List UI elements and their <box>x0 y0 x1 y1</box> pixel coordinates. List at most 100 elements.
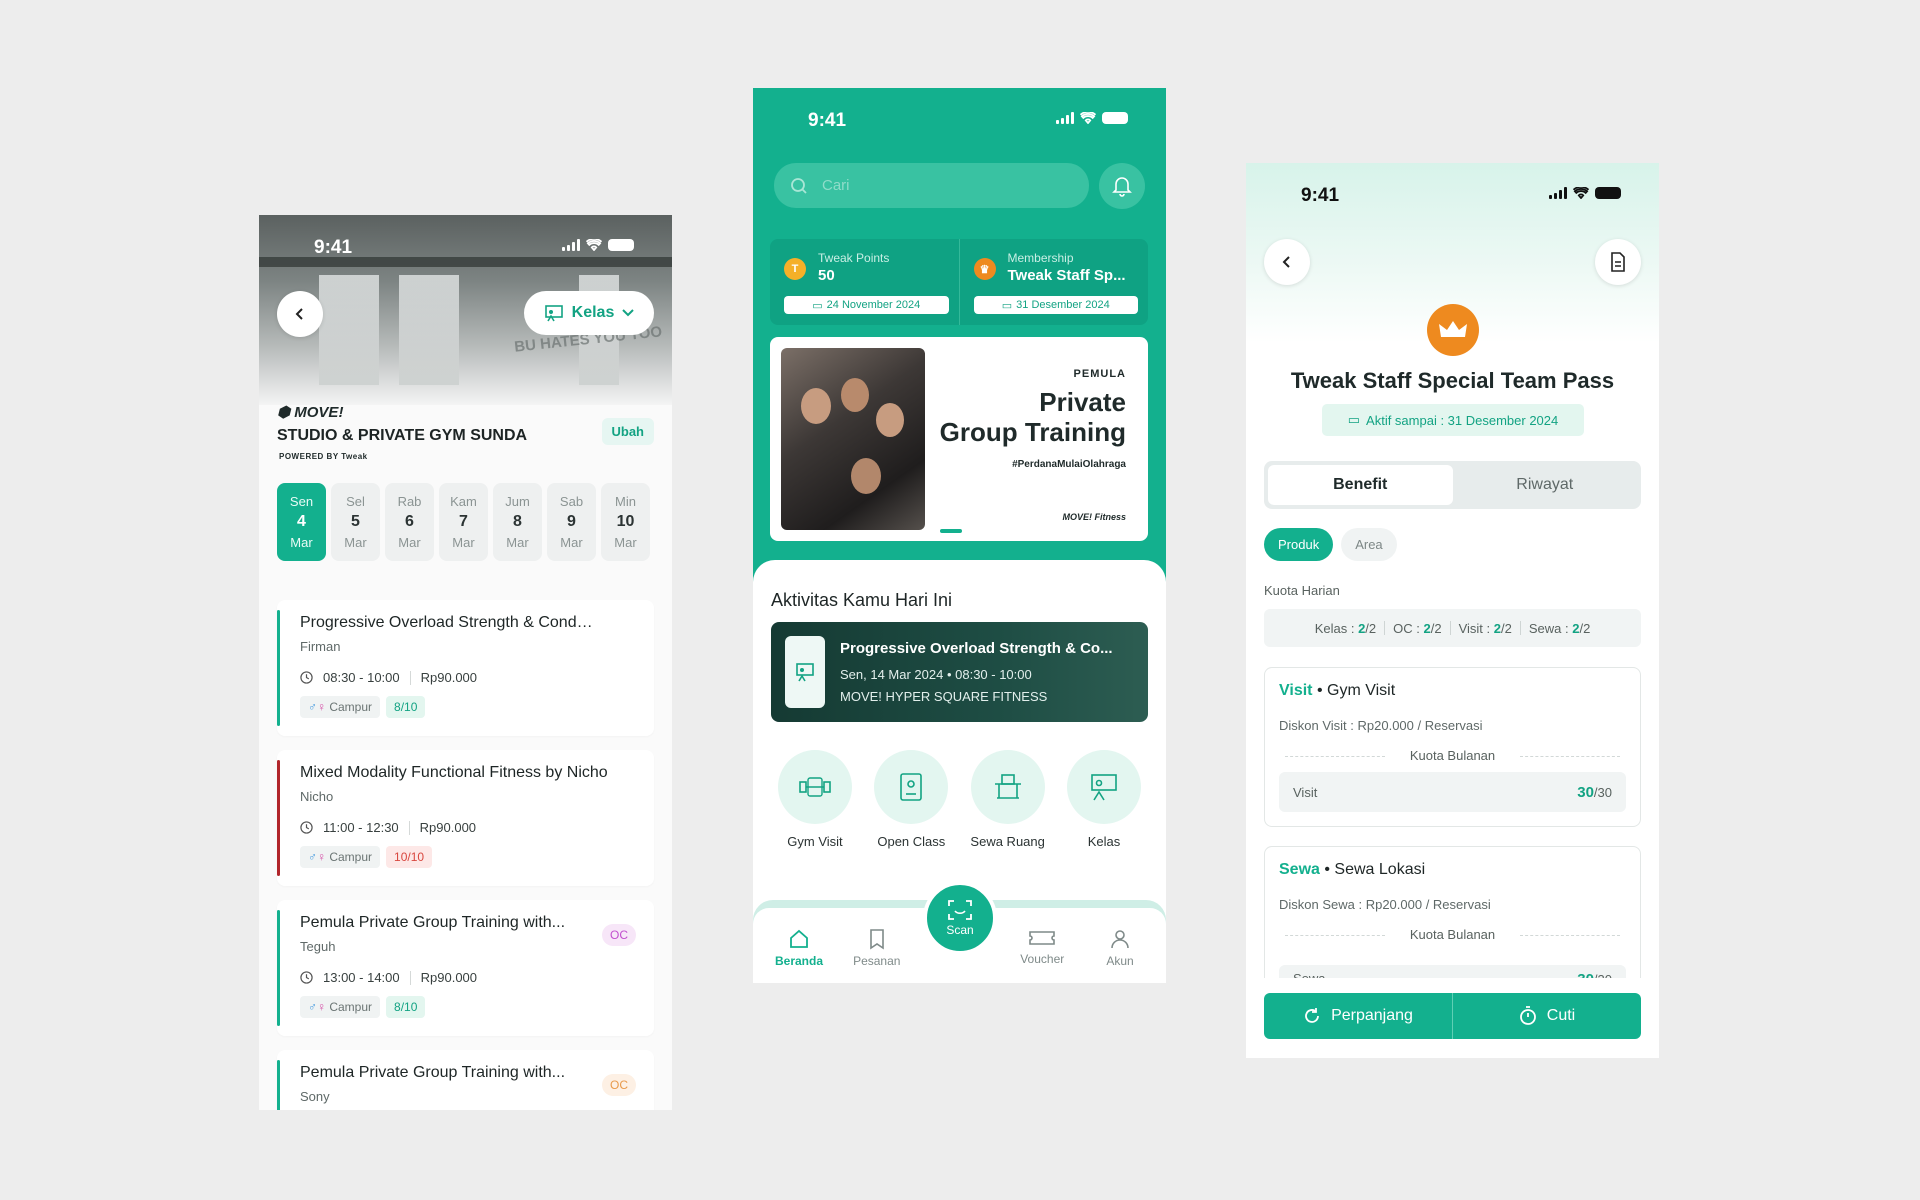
class-card[interactable]: Progressive Overload Strength & Conditio… <box>277 600 654 736</box>
class-card[interactable]: Pemula Private Group Training with... OC… <box>277 900 654 1036</box>
menu-kelas[interactable]: Kelas <box>1060 750 1148 849</box>
notification-button[interactable] <box>1099 163 1145 209</box>
wifi-icon <box>586 239 602 251</box>
class-card[interactable]: Pemula Private Group Training with... OC… <box>277 1050 654 1110</box>
brand-logo: ⬢ MOVE! <box>277 404 344 421</box>
class-time: 11:00 - 12:30 <box>323 820 399 835</box>
date-option[interactable]: Jum 8 Mar <box>493 483 542 561</box>
membership-label: Membership <box>1007 251 1074 265</box>
quota-tag: 10/10 <box>386 846 433 868</box>
class-filter-dropdown[interactable]: Kelas <box>524 291 654 335</box>
signal-icon <box>1056 112 1074 124</box>
points-membership-panel: T Tweak Points 50 ▭ 24 November 2024 ♛ Me… <box>770 239 1148 325</box>
date-option[interactable]: Rab 6 Mar <box>385 483 434 561</box>
status-bar: 9:41 <box>259 215 672 275</box>
date-option[interactable]: Min 10 Mar <box>601 483 650 561</box>
date-option[interactable]: Sel 5 Mar <box>331 483 380 561</box>
class-price: Rp90.000 <box>420 970 478 985</box>
battery-icon <box>1102 112 1128 124</box>
product-discount: Diskon Visit : Rp20.000 / Reservasi <box>1279 718 1483 733</box>
date-day: Sel <box>346 494 365 509</box>
ticket-icon <box>1029 931 1056 945</box>
activity-heading: Aktivitas Kamu Hari Ini <box>771 590 953 610</box>
bookmark-icon <box>869 929 884 950</box>
search-input[interactable]: Cari <box>774 163 1089 208</box>
membership-detail-screen: 9:41 Tweak Staff Special Team Pass ▭ Akti… <box>1246 163 1659 1058</box>
search-icon <box>791 177 807 194</box>
status-time: 9:41 <box>1301 185 1340 206</box>
back-button[interactable] <box>1264 239 1310 285</box>
date-day: Rab <box>397 494 422 509</box>
quota-tag: 8/10 <box>386 996 426 1018</box>
membership-card[interactable]: ♛ Membership Tweak Staff Sp... ▭ 31 Desem… <box>960 239 1149 325</box>
clock-icon <box>300 971 313 984</box>
dumbbell-icon <box>778 750 852 824</box>
date-option[interactable]: Sab 9 Mar <box>547 483 596 561</box>
class-title: Mixed Modality Functional Fitness by Nic… <box>300 764 608 781</box>
promo-banner[interactable]: PEMULA Private Group Training #PerdanaMul… <box>770 337 1148 541</box>
back-button[interactable] <box>277 291 323 337</box>
carousel-indicator <box>940 529 962 533</box>
menu-open-class[interactable]: Open Class <box>867 750 955 849</box>
signal-icon <box>1549 187 1567 199</box>
document-button[interactable] <box>1595 239 1641 285</box>
menu-sewa-ruang[interactable]: Sewa Ruang <box>964 750 1052 849</box>
chip-area[interactable]: Area <box>1341 528 1397 561</box>
edit-studio-button[interactable]: Ubah <box>601 418 654 445</box>
user-icon <box>1111 930 1129 949</box>
date-option[interactable]: Kam 7 Mar <box>439 483 488 561</box>
date-day: Sen <box>289 494 314 509</box>
signal-icon <box>562 239 580 251</box>
product-discount: Diskon Sewa : Rp20.000 / Reservasi <box>1279 897 1491 912</box>
quota-tag: 8/10 <box>386 696 426 718</box>
class-icon <box>1066 750 1141 824</box>
nav-akun[interactable]: Akun <box>1090 908 1150 983</box>
status-bar: 9:41 <box>1246 163 1659 223</box>
class-title: Pemula Private Group Training with... <box>300 1064 566 1081</box>
product-card-visit: Visit • Gym Visit Diskon Visit : Rp20.00… <box>1264 667 1641 827</box>
nav-beranda[interactable]: Beranda <box>769 908 829 983</box>
class-title: Progressive Overload Strength & Conditio… <box>300 614 600 631</box>
oc-badge: OC <box>602 924 636 946</box>
tab-benefit[interactable]: Benefit <box>1268 465 1453 505</box>
room-rent-icon <box>970 750 1045 824</box>
nav-voucher[interactable]: Voucher <box>1012 908 1072 983</box>
search-placeholder: Cari <box>822 177 850 194</box>
class-coach: Firman <box>300 639 341 654</box>
status-time: 9:41 <box>808 110 847 131</box>
daily-quota-label: Kuota Harian <box>1264 583 1340 598</box>
status-bar: 9:41 <box>753 88 1166 148</box>
date-month: Mar <box>506 535 529 550</box>
banner-footer: MOVE! Fitness <box>1062 512 1126 522</box>
nav-pesanan[interactable]: Pesanan <box>847 908 907 983</box>
tweak-points-card[interactable]: T Tweak Points 50 ▭ 24 November 2024 <box>770 239 960 325</box>
activity-card[interactable]: Progressive Overload Strength & Co... Se… <box>771 622 1148 722</box>
oc-badge: OC <box>602 1074 636 1096</box>
class-card[interactable]: Mixed Modality Functional Fitness by Nic… <box>277 750 654 886</box>
extend-button[interactable]: Perpanjang <box>1264 993 1453 1039</box>
powered-by: POWERED BY Tweak <box>279 452 368 461</box>
menu-label: Open Class <box>877 834 946 849</box>
date-option[interactable]: Sen 4 Mar <box>277 483 326 561</box>
date-day: Sab <box>559 494 584 509</box>
class-list: Progressive Overload Strength & Conditio… <box>277 600 654 1110</box>
class-schedule-screen: BU HATES YOU TOO 9:41 Kelas ⬢ MOVE! STUD… <box>259 215 672 1110</box>
date-num: 10 <box>616 513 635 530</box>
tab-riwayat[interactable]: Riwayat <box>1453 465 1638 505</box>
product-header: Sewa • Sewa Lokasi <box>1279 861 1426 878</box>
menu-label: Gym Visit <box>787 834 843 849</box>
clock-icon <box>300 671 313 684</box>
calendar-icon: ▭ <box>812 299 823 312</box>
clock-icon <box>300 821 313 834</box>
open-class-icon <box>874 750 949 824</box>
activity-title: Progressive Overload Strength & Co... <box>840 640 1113 657</box>
menu-gym-visit[interactable]: Gym Visit <box>771 750 859 849</box>
chip-produk[interactable]: Produk <box>1264 528 1334 561</box>
stopwatch-icon <box>1519 1006 1536 1025</box>
class-price: Rp90.000 <box>419 820 477 835</box>
leave-button[interactable]: Cuti <box>1453 993 1641 1039</box>
gender-icon: ♂ <box>308 1000 317 1014</box>
scan-button[interactable]: Scan <box>923 881 997 955</box>
date-num: 8 <box>513 513 522 530</box>
status-time: 9:41 <box>314 237 353 258</box>
